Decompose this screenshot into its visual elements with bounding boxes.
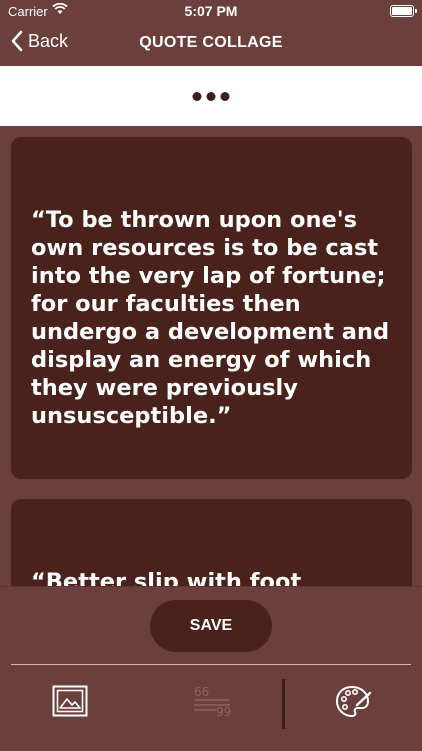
quote-format-icon[interactable]: 66 99: [192, 685, 232, 724]
quote-text: “Better slip with foot: [31, 569, 302, 586]
svg-text:66: 66: [194, 685, 209, 699]
image-icon[interactable]: [52, 685, 88, 722]
quote-card[interactable]: “Better slip with foot: [11, 499, 412, 586]
quote-list[interactable]: “To be thrown upon one's own resources i…: [0, 126, 422, 586]
save-button[interactable]: SAVE: [150, 600, 272, 652]
quote-text: “To be thrown upon one's own resources i…: [31, 207, 390, 429]
svg-text:99: 99: [216, 705, 231, 719]
navigation-bar: Back QUOTE COLLAGE: [0, 22, 422, 66]
toolbar: [0, 66, 422, 126]
battery-icon: [390, 5, 417, 17]
page-title: QUOTE COLLAGE: [139, 34, 283, 51]
tab-separator: [282, 679, 285, 729]
clock-label: 5:07 PM: [184, 3, 238, 19]
palette-icon[interactable]: [335, 685, 373, 724]
more-dots-icon[interactable]: [189, 88, 234, 105]
quote-card[interactable]: “To be thrown upon one's own resources i…: [11, 137, 412, 479]
bottom-bar: SAVE 66 99: [0, 586, 422, 751]
status-bar: Carrier 5:07 PM: [0, 0, 422, 22]
divider: [11, 664, 411, 665]
